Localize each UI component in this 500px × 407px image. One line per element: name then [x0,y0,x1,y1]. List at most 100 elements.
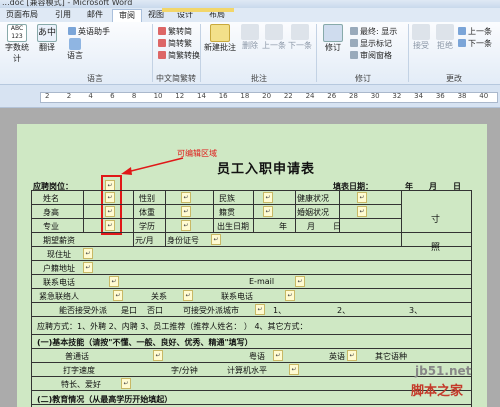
gender-field[interactable] [181,192,191,203]
table-row-line [31,316,471,317]
new-comment-button[interactable]: 新建批注 [204,24,236,53]
cantonese-field[interactable] [273,350,283,361]
previous-comment-icon [265,24,283,40]
assistant-icon [68,27,76,35]
ribbon: ABC 123 字数统计 あ中 翻译 英语助手 语言 语言 繁转简 简转繁 简繁转… [0,22,500,94]
city-1-label: 1、 [273,306,287,315]
previous-comment-button[interactable]: 上一条 [262,24,286,51]
convert-button[interactable]: 简繁转换 [158,50,200,61]
tab-references[interactable]: 引用 [50,9,76,21]
mandarin-label: 普通话 [65,352,89,361]
convert-icon [158,51,166,59]
language-button[interactable]: 语言 [64,38,86,61]
track-changes-button[interactable]: 修订 [320,24,346,53]
group-separator [200,24,201,82]
to-simplified-button[interactable]: 繁转简 [158,26,192,37]
relation-field[interactable] [183,290,193,301]
weight-field[interactable] [181,206,191,217]
globe-icon [69,38,81,50]
ethnicity-field[interactable] [263,192,273,203]
table-border-top [31,190,471,191]
relocation-yes-option[interactable]: 是口 [121,305,137,316]
major-field[interactable] [105,220,115,231]
ruler-number: 8 [131,92,137,100]
hukou-address-label: 户籍地址 [43,264,75,273]
email-field[interactable] [295,276,305,287]
next-comment-button[interactable]: 下一条 [288,24,312,51]
translate-label: 翻译 [39,43,55,52]
next-change-icon [458,39,466,47]
english-field[interactable] [347,350,357,361]
traditional-icon [158,39,166,47]
mandarin-field[interactable] [153,350,163,361]
table-row-line [31,334,471,335]
emergency-contact-field[interactable] [113,290,123,301]
reject-button[interactable]: 拒绝 [434,24,456,51]
id-number-field[interactable] [211,234,221,245]
expected-salary-label: 期望薪资 [43,236,75,245]
ruler-number: 12 [175,92,185,100]
ruler-number: 40 [479,92,489,100]
table-row-line [31,218,401,219]
table-border-left [31,190,32,407]
convert-label: 简繁转换 [168,51,200,60]
birth-month-label: 月 [307,222,315,231]
weight-label: 体重 [139,208,155,217]
education-field[interactable] [181,220,191,231]
relocation-no-option[interactable]: 否口 [147,305,163,316]
tab-review[interactable]: 审阅 [112,9,142,23]
table-row-line [31,260,471,261]
annotation-arrow [121,157,184,175]
specialties-field[interactable] [121,378,131,389]
col-line [253,190,254,232]
tab-page-layout[interactable]: 页面布局 [2,9,42,21]
delete-comment-button[interactable]: 删除 [240,24,260,51]
english-assistant-button[interactable]: 英语助手 [68,26,110,37]
delete-comment-icon [241,24,259,40]
to-traditional-button[interactable]: 简转繁 [158,38,192,49]
contact-phone-field[interactable] [285,290,295,301]
height-label: 身高 [43,208,59,217]
accept-button[interactable]: 接受 [410,24,432,51]
reviewing-pane-button[interactable]: 审阅窗格 [350,50,392,61]
photo-border [401,190,402,246]
table-row-line [31,302,471,303]
reviewing-pane-label: 审阅窗格 [360,51,392,60]
current-address-field[interactable] [83,248,93,259]
window-title: ...doc [兼容模式] - Microsoft Word [2,0,133,7]
name-field[interactable] [105,192,115,203]
word-count-button[interactable]: ABC 123 字数统计 [2,24,32,64]
next-comment-icon [291,24,309,40]
show-markup-button[interactable]: 显示标记 [350,38,392,49]
next-comment-label: 下一条 [288,41,312,50]
previous-change-button[interactable]: 上一条 [458,26,492,37]
col-line [213,190,214,232]
horizontal-ruler[interactable]: 2 2 4 6 8 10 12 14 16 18 20 22 24 26 28 30 32 34 36 38 40 [0,85,500,108]
next-change-button[interactable]: 下一条 [458,38,492,49]
phone-label: 联系电话 [43,278,75,287]
english-assistant-label: 英语助手 [78,27,110,36]
translate-button[interactable]: あ中 翻译 [36,24,58,53]
table-row-line [31,204,401,205]
computer-level-field[interactable] [289,364,299,375]
group-separator [316,24,317,82]
phone-field[interactable] [109,276,119,287]
acceptable-city-field[interactable] [255,304,265,315]
relocation-label: 能否接受外派 [59,306,107,315]
native-place-field[interactable] [263,206,273,217]
marital-field[interactable] [357,206,367,217]
health-field[interactable] [357,192,367,203]
education-section-heading: (二)教育情况（从最高学历开始填起） [37,395,173,404]
table-row-line [31,362,471,363]
hukou-address-field[interactable] [83,262,93,273]
document-page[interactable]: 可编辑区域 员工入职申请表 应聘岗位： 填表日期： 年 月 日 姓名 性别 民族… [17,124,487,407]
final-display-dropdown[interactable]: 最终: 显示 [350,26,397,37]
tab-mailings[interactable]: 邮件 [82,9,108,21]
height-field[interactable] [105,206,115,217]
track-changes-label: 修订 [325,43,341,52]
photo-label-2: 照 [431,243,441,253]
translate-icon: あ中 [37,24,57,42]
simplified-icon [158,27,166,35]
show-markup-label: 显示标记 [360,39,392,48]
major-label: 专业 [43,222,59,231]
